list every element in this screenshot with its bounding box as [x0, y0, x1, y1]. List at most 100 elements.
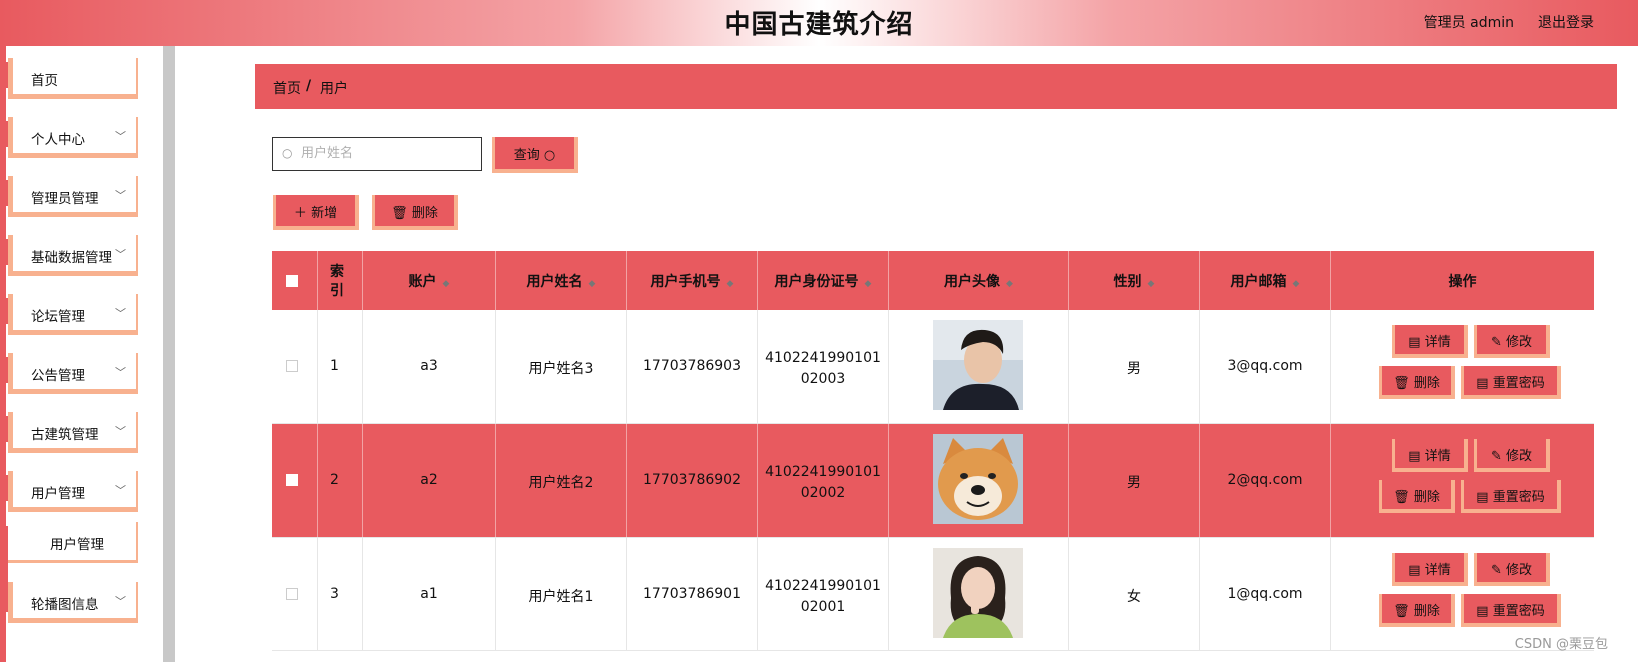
detail-button[interactable]: ▤ 详情	[1392, 439, 1468, 472]
index-value: 1	[330, 358, 339, 374]
detail-button[interactable]: ▤ 详情	[1392, 325, 1468, 358]
detail-button[interactable]: ▤ 详情	[1392, 553, 1468, 586]
header-select-all	[272, 251, 318, 310]
sidebar-item-label: 基础数据管理	[31, 250, 112, 266]
header-email[interactable]: 用户邮箱 ◆	[1200, 251, 1331, 310]
gender-value: 女	[1127, 589, 1141, 605]
row-checkbox[interactable]	[286, 588, 298, 600]
sidebar-marker	[0, 121, 8, 147]
header-actions-label: 操作	[1448, 274, 1477, 290]
header-avatar[interactable]: 用户头像 ◆	[889, 251, 1069, 310]
gender-value: 男	[1127, 475, 1141, 491]
avatar-cell	[889, 538, 1069, 651]
edit-button[interactable]: ✎ 修改	[1474, 439, 1550, 472]
sidebar-scrollbar[interactable]	[163, 46, 175, 662]
header-account[interactable]: 账户 ◆	[363, 251, 496, 310]
logout-link[interactable]: 退出登录	[1538, 12, 1594, 32]
account-cell: a1	[363, 538, 496, 651]
sidebar-marker	[0, 180, 8, 206]
id-card-value-line1: 4102241990101	[765, 578, 881, 594]
row-checkbox[interactable]	[286, 474, 298, 486]
sidebar-item-home[interactable]: 首页	[8, 58, 138, 99]
reset-password-button[interactable]: ▤ 重置密码	[1461, 480, 1561, 513]
document-icon: ▤	[1408, 335, 1421, 350]
index-value: 3	[330, 586, 339, 602]
document-icon: ▤	[1408, 449, 1421, 464]
sidebar-item-forum[interactable]: 论坛管理 ﹀	[8, 294, 138, 335]
breadcrumb-home[interactable]: 首页	[273, 78, 301, 98]
sidebar-item-user-management[interactable]: 用户管理 ﹀	[8, 471, 138, 512]
sidebar-item-building[interactable]: 古建筑管理 ﹀	[8, 412, 138, 453]
sidebar-item-admin-management[interactable]: 管理员管理 ﹀	[8, 176, 138, 217]
sidebar-item-label: 论坛管理	[31, 309, 85, 325]
row-select-cell	[272, 538, 318, 651]
reset-password-button[interactable]: ▤ 重置密码	[1461, 594, 1561, 627]
delete-button[interactable]: 🗑 删除	[1379, 480, 1455, 513]
email-value: 3@qq.com	[1227, 358, 1303, 374]
search-input[interactable]	[299, 145, 478, 162]
sidebar-item-notice[interactable]: 公告管理 ﹀	[8, 353, 138, 394]
header-id-card[interactable]: 用户身份证号 ◆	[758, 251, 889, 310]
index-value: 2	[330, 472, 339, 488]
query-button[interactable]: 查询 ○	[492, 137, 578, 173]
sort-icon[interactable]: ◆	[1293, 279, 1300, 289]
edit-button[interactable]: ✎ 修改	[1474, 553, 1550, 586]
index-cell: 2	[318, 424, 363, 537]
avatar-dog-image[interactable]	[933, 434, 1023, 524]
avatar-woman-image[interactable]	[933, 548, 1023, 638]
avatar-man-image[interactable]	[933, 320, 1023, 410]
breadcrumb-separator: /	[306, 78, 312, 94]
detail-button-label: 详情	[1424, 335, 1451, 350]
email-cell: 2@qq.com	[1200, 424, 1331, 537]
row-checkbox[interactable]	[286, 360, 298, 372]
row-select-cell	[272, 310, 318, 423]
sidebar-item-base-data[interactable]: 基础数据管理 ﹀	[8, 235, 138, 276]
sort-icon[interactable]: ◆	[589, 279, 596, 289]
header-name[interactable]: 用户姓名 ◆	[496, 251, 627, 310]
header-phone[interactable]: 用户手机号 ◆	[627, 251, 758, 310]
reset-password-button[interactable]: ▤ 重置密码	[1461, 366, 1561, 399]
account-cell: a2	[363, 424, 496, 537]
header-email-label: 用户邮箱	[1230, 274, 1287, 290]
sidebar-marker	[0, 62, 8, 88]
index-cell: 3	[318, 538, 363, 651]
edit-button[interactable]: ✎ 修改	[1474, 325, 1550, 358]
header-index: 索引	[318, 251, 363, 310]
sidebar-marker	[0, 475, 8, 501]
header-gender[interactable]: 性别 ◆	[1069, 251, 1200, 310]
delete-button[interactable]: 🗑 删除	[1379, 366, 1455, 399]
chevron-down-icon: ﹀	[115, 189, 126, 202]
sort-icon[interactable]: ◆	[727, 279, 734, 289]
delete-button[interactable]: 🗑 删除	[1379, 594, 1455, 627]
sort-icon[interactable]: ◆	[865, 279, 872, 289]
chevron-down-icon: ﹀	[115, 248, 126, 261]
chevron-down-icon: ﹀	[115, 366, 126, 379]
pencil-icon: ✎	[1490, 335, 1502, 350]
sort-icon[interactable]: ◆	[1148, 279, 1155, 289]
sort-icon[interactable]: ◆	[443, 279, 450, 289]
id-card-value-line1: 4102241990101	[765, 464, 881, 480]
header-index-label: 索引	[330, 264, 344, 299]
select-all-checkbox[interactable]	[286, 275, 298, 287]
table-header: 索引 账户 ◆ 用户姓名 ◆ 用户手机号 ◆ 用户身份证号 ◆ 用户头像 ◆ 性别 ◆ 用户…	[272, 251, 1594, 310]
name-cell: 用户姓名3	[496, 310, 627, 423]
sidebar-item-carousel[interactable]: 轮播图信息 ﹀	[8, 582, 138, 623]
account-value: a2	[420, 472, 438, 488]
batch-delete-button[interactable]: 🗑 删除	[372, 195, 458, 230]
sidebar-item-personal-center[interactable]: 个人中心 ﹀	[8, 117, 138, 158]
email-cell: 1@qq.com	[1200, 538, 1331, 651]
chevron-down-icon: ﹀	[115, 425, 126, 438]
plus-icon: ＋	[293, 206, 307, 221]
id-card-value-line2: 02003	[800, 371, 846, 387]
reset-password-button-label: 重置密码	[1492, 490, 1545, 505]
sort-icon[interactable]: ◆	[1006, 279, 1013, 289]
header-id-card-label: 用户身份证号	[774, 274, 859, 290]
account-value: a1	[420, 586, 438, 602]
sidebar-marker	[0, 357, 8, 383]
admin-label: 管理员 admin	[1423, 15, 1514, 31]
sidebar-subitem-user-management[interactable]: 用户管理	[8, 522, 138, 563]
edit-button-label: 修改	[1506, 563, 1533, 578]
add-button[interactable]: ＋ 新增	[273, 195, 359, 230]
detail-button-label: 详情	[1424, 449, 1451, 464]
header-account-label: 账户	[408, 274, 437, 290]
